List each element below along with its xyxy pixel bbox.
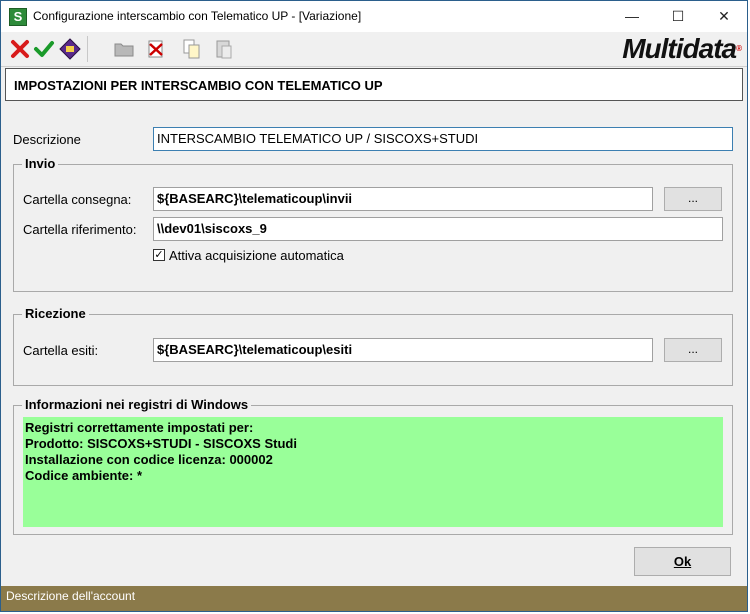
registri-line: Installazione con codice licenza: 000002 xyxy=(25,452,273,467)
toolbar: Multidata® xyxy=(1,32,747,67)
invio-group-title: Invio xyxy=(22,156,59,171)
main-window: S Configurazione interscambio con Telema… xyxy=(0,0,748,612)
paste-icon[interactable] xyxy=(213,38,235,60)
registri-info-box: Registri correttamente impostati per: Pr… xyxy=(23,417,723,527)
close-button[interactable]: ✕ xyxy=(701,1,747,32)
registri-line: Registri correttamente impostati per: xyxy=(25,420,254,435)
page-header: IMPOSTAZIONI PER INTERSCAMBIO CON TELEMA… xyxy=(5,68,743,101)
registri-line: Prodotto: SISCOXS+STUDI - SISCOXS Studi xyxy=(25,436,297,451)
toolbar-separator xyxy=(87,36,88,62)
delete-icon[interactable] xyxy=(145,38,167,60)
cartella-riferimento-input[interactable]: \\dev01\siscoxs_9 xyxy=(153,217,723,241)
auto-acquisizione-checkbox[interactable]: ✓ xyxy=(153,249,165,261)
cartella-riferimento-label: Cartella riferimento: xyxy=(23,222,137,237)
page-title: IMPOSTAZIONI PER INTERSCAMBIO CON TELEMA… xyxy=(14,78,383,93)
maximize-button[interactable]: ☐ xyxy=(655,1,701,32)
ricezione-group-title: Ricezione xyxy=(22,306,89,321)
esiti-browse-button[interactable]: ... xyxy=(664,338,722,362)
cartella-consegna-input[interactable]: ${BASEARC}\telematicoup\invii xyxy=(153,187,653,211)
app-icon: S xyxy=(9,8,27,26)
minimize-button[interactable]: — xyxy=(609,1,655,32)
cartella-esiti-label: Cartella esiti: xyxy=(23,343,99,358)
folder-icon[interactable] xyxy=(113,38,135,60)
copy-icon[interactable] xyxy=(181,38,203,60)
consegna-browse-button[interactable]: ... xyxy=(664,187,722,211)
auto-acquisizione-label: Attiva acquisizione automatica xyxy=(169,248,344,263)
confirm-icon[interactable] xyxy=(33,38,55,60)
title-bar[interactable]: S Configurazione interscambio con Telema… xyxy=(1,1,747,33)
ok-button[interactable]: Ok xyxy=(634,547,731,576)
cartella-consegna-label: Cartella consegna: xyxy=(23,192,132,207)
status-bar: Descrizione dell'account xyxy=(1,586,747,611)
registri-line: Codice ambiente: * xyxy=(25,468,143,483)
cancel-icon[interactable] xyxy=(9,38,31,60)
window-title: Configurazione interscambio con Telemati… xyxy=(33,9,362,23)
multidata-logo: Multidata® xyxy=(622,33,742,64)
descrizione-input[interactable]: INTERSCAMBIO TELEMATICO UP / SISCOXS+STU… xyxy=(153,127,733,151)
edit-icon[interactable] xyxy=(59,38,81,60)
registri-group-title: Informazioni nei registri di Windows xyxy=(22,397,252,412)
descrizione-label: Descrizione xyxy=(13,132,81,147)
cartella-esiti-input[interactable]: ${BASEARC}\telematicoup\esiti xyxy=(153,338,653,362)
